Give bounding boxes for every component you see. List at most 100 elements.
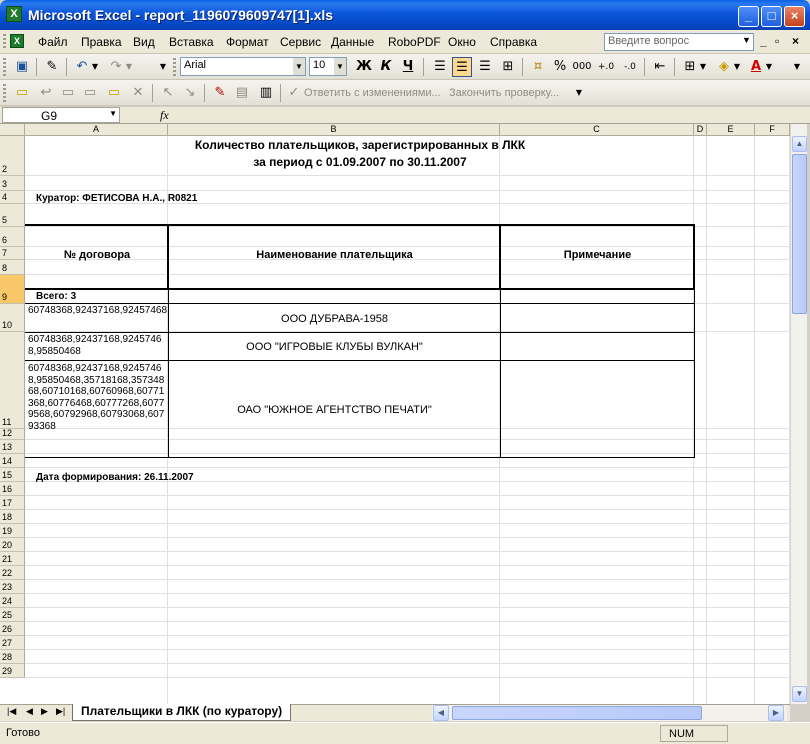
thousands-button[interactable]: 000 bbox=[572, 57, 592, 77]
menu-tools[interactable]: Сервис bbox=[280, 35, 321, 49]
doc-close-button[interactable]: × bbox=[792, 34, 799, 48]
row-header[interactable]: 13 bbox=[0, 440, 25, 454]
underline-button[interactable]: Ч bbox=[398, 57, 418, 77]
font-color-icon[interactable]: A bbox=[746, 57, 766, 77]
row-header[interactable]: 18 bbox=[0, 510, 25, 524]
row-header[interactable]: 12 bbox=[0, 428, 25, 440]
toolbar-options-icon[interactable]: ▼ bbox=[574, 83, 584, 103]
track-changes-icon[interactable]: ✎ bbox=[210, 83, 230, 103]
toolbar-options-icon[interactable]: ▼ bbox=[158, 57, 168, 77]
column-header[interactable]: F bbox=[755, 124, 790, 136]
maximize-button[interactable]: □ bbox=[761, 6, 782, 27]
show-comments-icon[interactable]: ▭ bbox=[104, 83, 124, 103]
menu-file[interactable]: Файл bbox=[38, 35, 68, 49]
row-header[interactable]: 9 bbox=[0, 275, 25, 304]
undo-dropdown-icon[interactable]: ▼ bbox=[90, 57, 100, 77]
last-sheet-icon[interactable]: ▶| bbox=[56, 706, 65, 717]
borders-dropdown-icon[interactable]: ▼ bbox=[698, 57, 708, 77]
format-painter-icon[interactable]: ✎ bbox=[42, 57, 62, 77]
name-box[interactable]: G9 ▼ bbox=[2, 107, 120, 123]
excel-app-icon[interactable]: X bbox=[6, 6, 22, 22]
redo-icon[interactable]: ↷ bbox=[106, 57, 126, 77]
doc-restore-button[interactable]: ▫ bbox=[775, 34, 779, 48]
menu-grip[interactable] bbox=[3, 34, 6, 50]
comment-icon[interactable]: ▭ bbox=[58, 83, 78, 103]
chevron-down-icon[interactable]: ▼ bbox=[334, 58, 346, 75]
next-change-icon[interactable]: ↘ bbox=[180, 83, 200, 103]
column-header[interactable]: E bbox=[707, 124, 755, 136]
row-header[interactable]: 23 bbox=[0, 580, 25, 594]
row-header[interactable]: 29 bbox=[0, 664, 25, 678]
row-header[interactable]: 26 bbox=[0, 622, 25, 636]
chevron-down-icon[interactable]: ▼ bbox=[293, 58, 305, 75]
hscroll-thumb[interactable] bbox=[452, 706, 702, 720]
currency-icon[interactable]: ¤ bbox=[528, 57, 548, 77]
align-right-icon[interactable]: ☰ bbox=[475, 57, 495, 77]
scroll-down-icon[interactable]: ▼ bbox=[792, 686, 807, 702]
prev-change-icon[interactable]: ↖ bbox=[158, 83, 178, 103]
row-header[interactable]: 2 bbox=[0, 136, 25, 176]
scroll-right-icon[interactable]: ▶ bbox=[768, 705, 784, 721]
insert-function-icon[interactable]: fx bbox=[160, 108, 169, 123]
percent-button[interactable]: % bbox=[550, 57, 570, 77]
help-dropdown-icon[interactable]: ▼ bbox=[742, 35, 751, 45]
menu-edit[interactable]: Правка bbox=[81, 35, 122, 49]
close-button[interactable]: × bbox=[784, 6, 805, 27]
delete-comment-icon[interactable]: ✕ bbox=[128, 83, 148, 103]
sheet-tab-active[interactable]: Плательщики в ЛКК (по куратору) bbox=[72, 704, 292, 721]
fill-color-icon[interactable]: ◈ bbox=[714, 57, 734, 77]
menu-window[interactable]: Окно bbox=[448, 35, 476, 49]
row-header[interactable]: 3 bbox=[0, 176, 25, 191]
redo-dropdown-icon[interactable]: ▼ bbox=[124, 57, 134, 77]
column-header[interactable]: D bbox=[694, 124, 707, 136]
column-header[interactable]: A bbox=[25, 124, 168, 136]
italic-button[interactable]: К bbox=[376, 57, 396, 77]
row-header[interactable]: 25 bbox=[0, 608, 25, 622]
vertical-scrollbar[interactable]: ▲ ▼ bbox=[790, 124, 807, 704]
scroll-up-icon[interactable]: ▲ bbox=[792, 136, 807, 152]
end-review-button[interactable]: Закончить проверку... bbox=[449, 87, 559, 99]
menu-view[interactable]: Вид bbox=[133, 35, 155, 49]
reply-icon[interactable]: ↩ bbox=[36, 83, 56, 103]
minimize-button[interactable]: _ bbox=[738, 6, 759, 27]
workbook-icon[interactable]: X bbox=[10, 34, 24, 48]
help-search-input[interactable]: Введите вопрос bbox=[604, 33, 754, 51]
row-header[interactable]: 24 bbox=[0, 594, 25, 608]
column-header[interactable]: C bbox=[500, 124, 694, 136]
row-header[interactable]: 21 bbox=[0, 552, 25, 566]
font-size-select[interactable]: 10 ▼ bbox=[309, 57, 347, 76]
decrease-indent-icon[interactable]: ⇤ bbox=[650, 57, 670, 77]
row-header[interactable]: 8 bbox=[0, 260, 25, 275]
row-header[interactable]: 7 bbox=[0, 247, 25, 260]
menu-robopdf[interactable]: RoboPDF bbox=[388, 35, 441, 49]
spreadsheet-grid[interactable]: ABCDEF 2 3 4 5 6 7 8 9 10 11 12 13 14 15 16 17 18 19 20 21 2… bbox=[0, 124, 790, 704]
row-header[interactable]: 5 bbox=[0, 204, 25, 227]
folder-icon[interactable]: ▭ bbox=[12, 83, 32, 103]
protect-sheet-icon[interactable]: ▤ bbox=[232, 83, 252, 103]
increase-decimal-icon[interactable]: +.0 bbox=[596, 57, 616, 77]
row-header[interactable]: 28 bbox=[0, 650, 25, 664]
undo-icon[interactable]: ↶ bbox=[72, 57, 92, 77]
row-header[interactable]: 27 bbox=[0, 636, 25, 650]
align-center-icon[interactable]: ☰ bbox=[452, 57, 472, 77]
font-color-dropdown-icon[interactable]: ▼ bbox=[764, 57, 774, 77]
row-header[interactable]: 16 bbox=[0, 482, 25, 496]
decrease-decimal-icon[interactable]: -.0 bbox=[620, 57, 640, 77]
reply-changes-icon[interactable]: ✓ bbox=[284, 83, 304, 103]
toolbar-options-icon[interactable]: ▼ bbox=[792, 57, 802, 77]
row-header[interactable]: 6 bbox=[0, 227, 25, 247]
scroll-thumb[interactable] bbox=[792, 154, 807, 314]
horizontal-scrollbar[interactable]: ◀ ▶ bbox=[432, 705, 787, 721]
send-review-icon[interactable]: ▥ bbox=[256, 83, 276, 103]
menu-insert[interactable]: Вставка bbox=[169, 35, 214, 49]
row-header[interactable]: 10 bbox=[0, 304, 25, 332]
scroll-left-icon[interactable]: ◀ bbox=[433, 705, 449, 721]
font-name-select[interactable]: Arial ▼ bbox=[180, 57, 306, 76]
row-header[interactable]: 17 bbox=[0, 496, 25, 510]
row-header[interactable]: 22 bbox=[0, 566, 25, 580]
reply-with-changes-button[interactable]: Ответить с изменениями... bbox=[304, 87, 441, 99]
borders-icon[interactable]: ⊞ bbox=[680, 57, 700, 77]
column-header[interactable]: B bbox=[168, 124, 500, 136]
bold-button[interactable]: Ж bbox=[354, 57, 374, 77]
merge-center-icon[interactable]: ⊞ bbox=[498, 57, 518, 77]
